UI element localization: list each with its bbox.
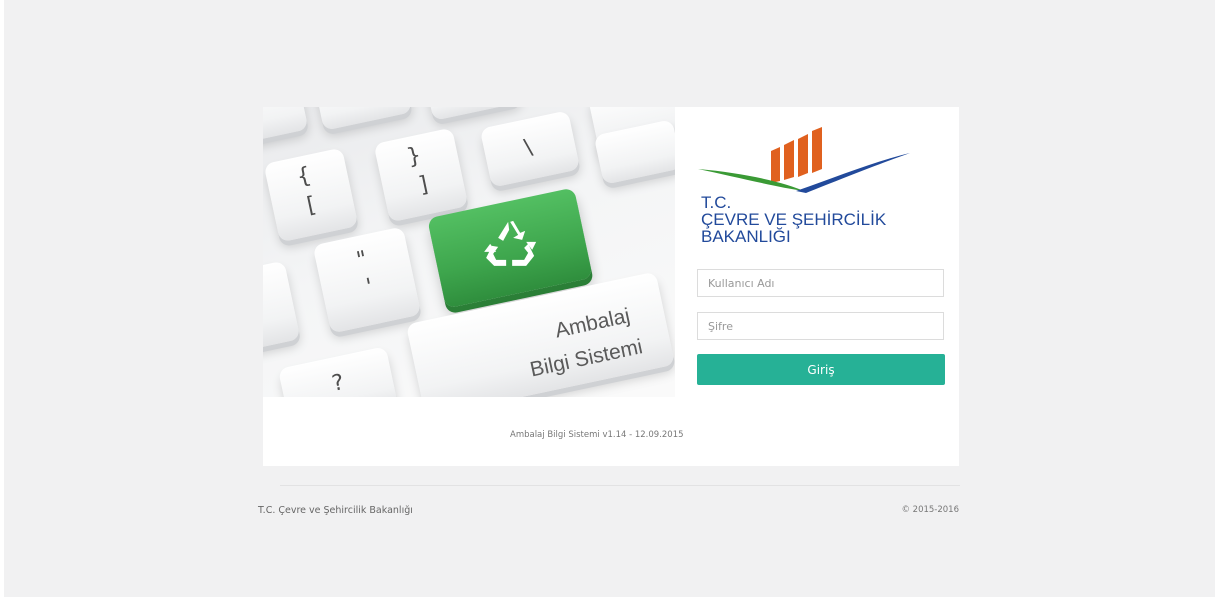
password-input[interactable] (697, 312, 944, 340)
keyboard-key (263, 260, 301, 354)
keyboard-key (424, 107, 522, 121)
keyboard-key: ? (277, 346, 399, 397)
ministry-name-line2: ÇEVRE VE ŞEHİRCİLİK (701, 210, 887, 229)
footer-ministry-name: T.C. Çevre ve Şehircilik Bakanlığı (258, 505, 413, 516)
backslash-key: \ (479, 110, 581, 188)
quote-key: " ' (312, 226, 422, 334)
login-card: { [ } ] \ " ' ? Ambalaj Bilgi Sistemi T.… (263, 107, 959, 466)
page-background: { [ } ] \ " ' ? Ambalaj Bilgi Sistemi T.… (4, 0, 1215, 597)
login-button[interactable]: Giriş (697, 354, 945, 385)
hero-keyboard-image: { [ } ] \ " ' ? Ambalaj Bilgi Sistemi (263, 107, 675, 397)
footer-divider (280, 485, 960, 486)
ministry-name-line3: BAKANLIĞI (701, 227, 791, 246)
login-panel: T.C. ÇEVRE VE ŞEHİRCİLİK BAKANLIĞI Giriş (693, 107, 945, 466)
keyboard-key (263, 107, 309, 144)
brace-key: } ] (373, 127, 469, 223)
ministry-logo-icon (698, 127, 910, 193)
ministry-name-line1: T.C. (701, 193, 732, 212)
ministry-name: T.C. ÇEVRE VE ŞEHİRCİLİK BAKANLIĞI (701, 194, 886, 245)
version-text: Ambalaj Bilgi Sistemi v1.14 - 12.09.2015 (510, 430, 684, 440)
brace-key: { [ (263, 147, 359, 243)
username-input[interactable] (697, 269, 944, 297)
keyboard-key (313, 107, 413, 131)
recycle-icon (484, 220, 537, 266)
footer-copyright: © 2015-2016 (901, 505, 959, 515)
